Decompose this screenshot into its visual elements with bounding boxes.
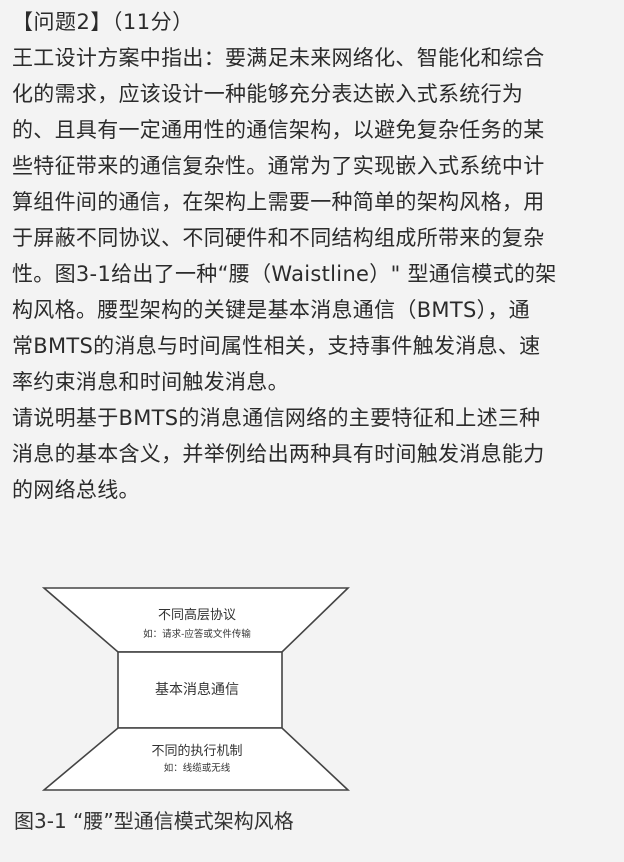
question-line: 算组件间的通信，在架构上需要一种简单的架构风格，用: [12, 190, 545, 214]
waistline-diagram: 不同高层协议 如：请求-应答或文件传输 基本消息通信 不同的执行机制 如：线缆或…: [42, 586, 352, 792]
bottom-trapezoid: [42, 727, 351, 791]
top-layer-label: 不同高层协议: [157, 608, 236, 623]
question-line: 的网络总线。: [12, 478, 140, 502]
question-line: 常BMTS的消息与时间属性相关，支持事件触发消息、速: [12, 334, 541, 358]
question-line: 构风格。腰型架构的关键是基本消息通信（BMTS），通: [12, 298, 530, 322]
bottom-layer-label: 不同的执行机制: [151, 744, 243, 759]
question-line: 的、且具有一定通用性的通信架构，以避免复杂任务的某: [12, 118, 545, 142]
question-block: 【问题2】（11分） 王工设计方案中指出：要满足未来网络化、智能化和综合 化的需…: [12, 4, 616, 508]
question-line: 请说明基于BMTS的消息通信网络的主要特征和上述三种: [12, 406, 541, 430]
middle-layer-label: 基本消息通信: [155, 682, 239, 698]
question-line: 消息的基本含义，并举例给出两种具有时间触发消息能力: [12, 442, 545, 466]
question-line: 王工设计方案中指出：要满足未来网络化、智能化和综合: [12, 46, 545, 70]
question-line: 些特征带来的通信复杂性。通常为了实现嵌入式系统中计: [12, 154, 545, 178]
bottom-layer-example: 如：线缆或无线: [163, 763, 231, 774]
question-line: 化的需求，应该设计一种能够充分表达嵌入式系统行为: [12, 82, 524, 106]
question-line: 于屏蔽不同协议、不同硬件和不同结构组成所带来的复杂: [12, 226, 545, 250]
figure-caption: 图3-1 “腰”型通信模式架构风格: [14, 809, 294, 833]
question-line: 率约束消息和时间触发消息。: [12, 370, 289, 394]
question-line: 性。图3-1给出了一种“腰（Waistline）" 型通信模式的架: [12, 262, 557, 286]
top-layer-example: 如：请求-应答或文件传输: [143, 629, 251, 640]
question-title: 【问题2】（11分）: [12, 10, 194, 34]
